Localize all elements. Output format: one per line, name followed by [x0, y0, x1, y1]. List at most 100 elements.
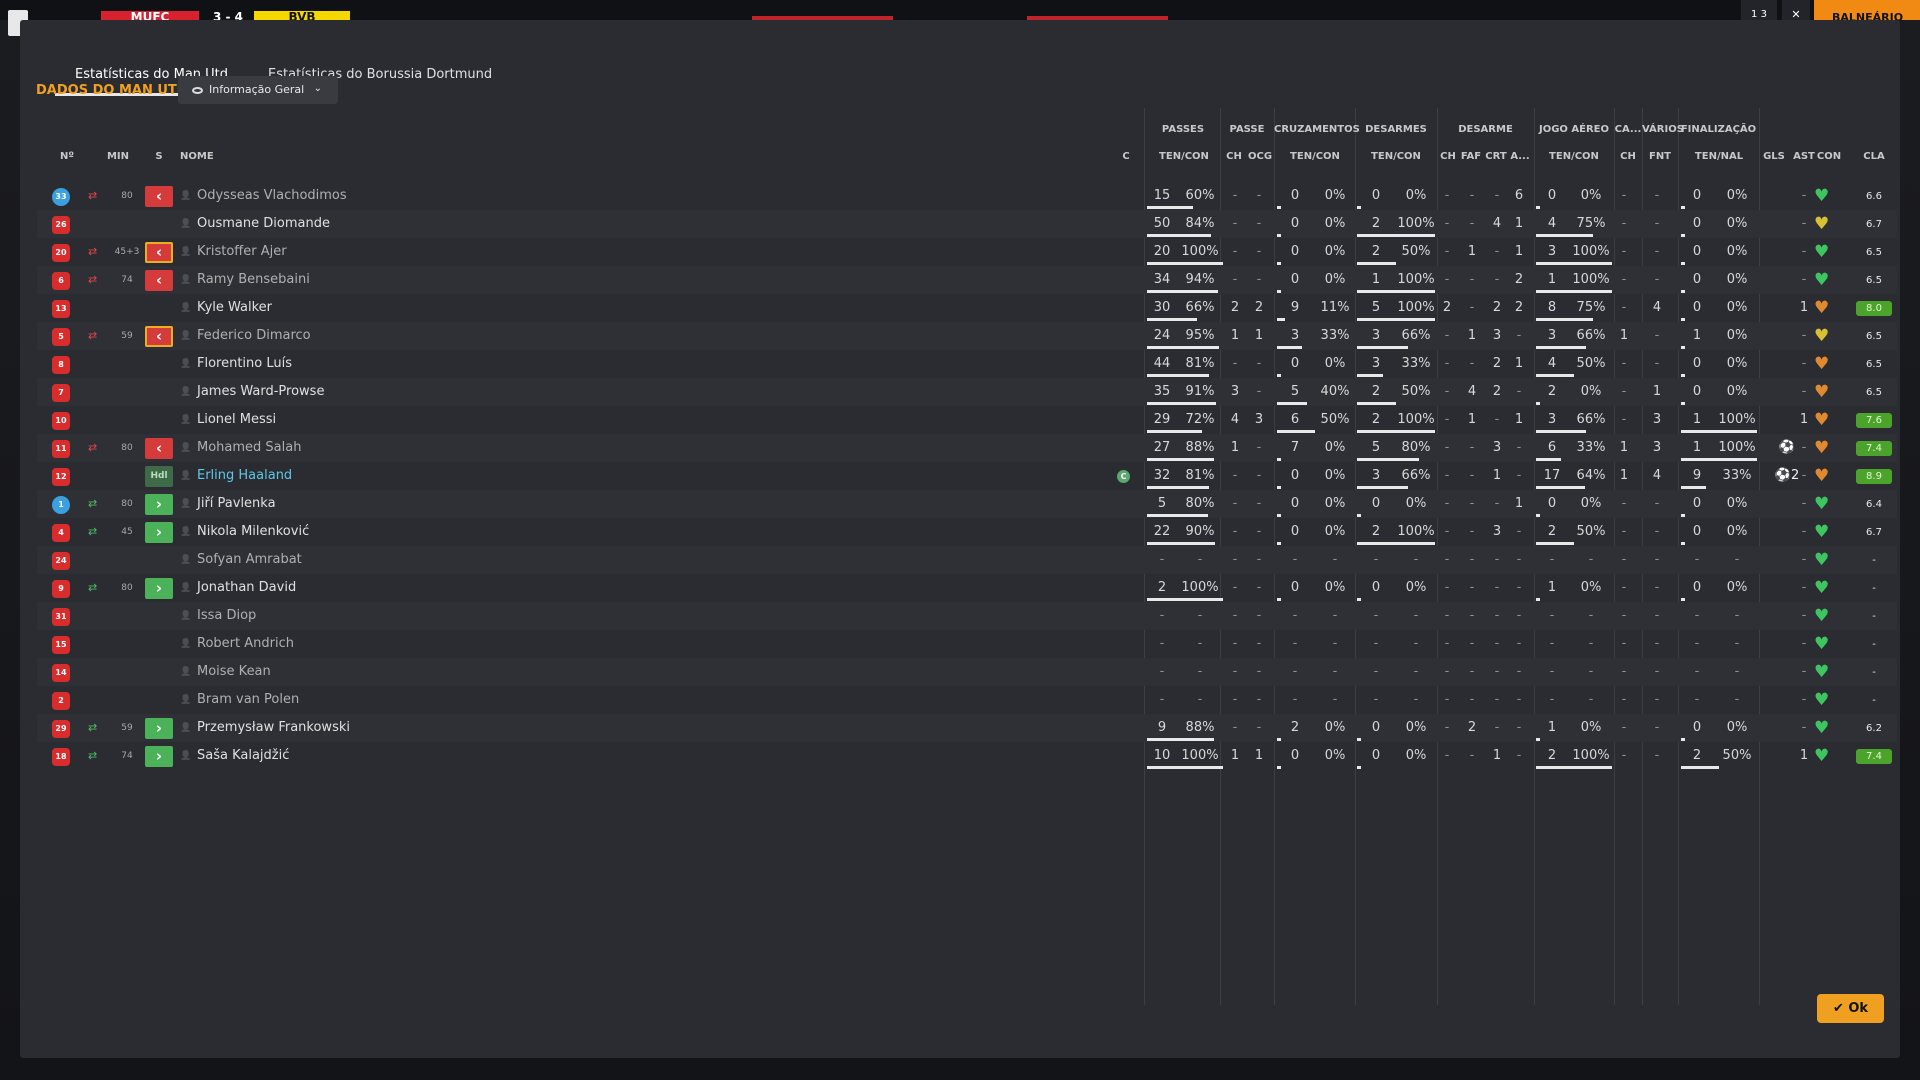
column-header-con[interactable]: CON — [1815, 151, 1843, 162]
stats-table: PASSES PASSE CRUZAMENTOS DESARMES DESARME JOG… — [37, 108, 1897, 1008]
table-row[interactable]: 14 👤 Moise Kean - - - - - - - - - - - - - - - - - - - ♥ - — [37, 658, 1897, 686]
shirt-number: 10 — [52, 412, 70, 430]
tackles-bar — [1357, 458, 1419, 461]
tackles-bar — [1357, 234, 1435, 237]
column-header-c[interactable]: C — [1119, 151, 1133, 162]
table-row[interactable]: 29 ⇄ 59 › 👤 Przemysław Frankowski 9 88% - -2 0% 0 0%… — [37, 714, 1897, 742]
player-name[interactable]: Kristoffer Ajer — [197, 238, 287, 266]
view-select[interactable]: Informação Geral ⌄ — [178, 76, 338, 104]
player-name[interactable]: Przemysław Frankowski — [197, 714, 350, 742]
column-header-ca_ch[interactable]: CH — [1617, 151, 1639, 162]
table-row[interactable]: 12 Hdl 👤 Erling Haaland C 32 81% - -0 0% 3 66% - -1-1… — [37, 462, 1897, 490]
player-name[interactable]: Lionel Messi — [197, 406, 276, 434]
player-name[interactable]: Robert Andrich — [197, 630, 294, 658]
player-name[interactable]: Issa Diop — [197, 602, 256, 630]
table-row[interactable]: 8 👤 Florentino Luís 44 81% - -0 0% 3 33% - -2 1 4 50% -… — [37, 350, 1897, 378]
crosses-percent: 0% — [1324, 524, 1346, 539]
column-header-no[interactable]: Nº — [55, 151, 79, 162]
column-header-des_faf[interactable]: FAF — [1459, 151, 1483, 162]
assists: - — [1801, 580, 1807, 595]
player-name[interactable]: Ramy Bensebaini — [197, 266, 310, 294]
player-name[interactable]: Ousmane Diomande — [197, 210, 330, 238]
ca-ch: - — [1621, 664, 1627, 679]
player-name[interactable]: Erling Haaland — [197, 462, 292, 490]
table-row[interactable]: 7 👤 James Ward-Prowse 35 91% 3-5 40% 2 50% -4 2-2 0… — [37, 378, 1897, 406]
table-row[interactable]: 33 ⇄ 80 ‹ 👤 Odysseas Vlachodimos 15 60% - -0 0% 0 0%… — [37, 182, 1897, 210]
table-row[interactable]: 10 👤 Lionel Messi 29 72% 4 3 6 50% 2 100% -1-1 3 66% -… — [37, 406, 1897, 434]
column-header-des_ch[interactable]: CH — [1439, 151, 1457, 162]
column-header-pass_ch[interactable]: CH — [1224, 151, 1244, 162]
tackle-crt: - — [1494, 720, 1500, 735]
dressing-room-button[interactable]: BALNEÁRIO — [1814, 0, 1920, 20]
table-row[interactable]: 26 👤 Ousmane Diomande 50 84% - -0 0% 2 100% - -4 1 4 7… — [37, 210, 1897, 238]
crosses-attempts: 0 — [1290, 580, 1300, 595]
pass-ocg: - — [1256, 664, 1262, 679]
column-header-aerial[interactable]: TEN/CON — [1536, 151, 1612, 162]
player-name[interactable]: Jiří Pavlenka — [197, 490, 276, 518]
table-row[interactable]: 2 👤 Bram van Polen - - - - - - - - - - - - - - - - - - - ♥ - — [37, 686, 1897, 714]
tackles-percent: 0% — [1405, 748, 1427, 763]
ok-button[interactable]: ✔ Ok — [1817, 994, 1884, 1023]
pass-ch: - — [1232, 524, 1238, 539]
tackle-ch: - — [1444, 664, 1450, 679]
player-name[interactable]: Sofyan Amrabat — [197, 546, 302, 574]
pass-ch: - — [1232, 468, 1238, 483]
player-name[interactable]: Moise Kean — [197, 658, 271, 686]
table-row[interactable]: 5 ⇄ 59 ‹ 👤 Federico Dimarco 24 95% 1 1 3 33% 3 66% -1 3… — [37, 322, 1897, 350]
crosses-attempts: 0 — [1290, 272, 1300, 287]
person-icon: 👤 — [180, 303, 192, 313]
table-row[interactable]: 31 👤 Issa Diop - - - - - - - - - - - - - - - - - - - ♥ - — [37, 602, 1897, 630]
tackle-ch: - — [1444, 216, 1450, 231]
match-rating: 6.5 — [1866, 247, 1882, 258]
column-header-pass_ocg[interactable]: OCG — [1248, 151, 1272, 162]
player-name[interactable]: Odysseas Vlachodimos — [197, 182, 347, 210]
column-header-s[interactable]: S — [147, 151, 171, 162]
table-row[interactable]: 11 ⇄ 80 ‹ 👤 Mohamed Salah 27 88% 1-7 0% 5 80% - -3-6 3… — [37, 434, 1897, 462]
column-header-min[interactable]: MIN — [103, 151, 133, 162]
tackle-a: - — [1516, 384, 1522, 399]
tackles-bar — [1357, 766, 1361, 769]
aerial-bar — [1536, 766, 1612, 769]
top-close-button[interactable]: ✕ — [1782, 0, 1810, 21]
table-row[interactable]: 20 ⇄ 45+3 ‹ 👤 Kristoffer Ajer 20 100% - -0 0% 2 50% -… — [37, 238, 1897, 266]
crosses-bar — [1277, 262, 1281, 265]
column-header-des_crt[interactable]: CRT — [1485, 151, 1507, 162]
table-row[interactable]: 15 👤 Robert Andrich - - - - - - - - - - - - - - - - - - - ♥ - — [37, 630, 1897, 658]
table-row[interactable]: 6 ⇄ 74 ‹ 👤 Ramy Bensebaini 34 94% - -0 0% 1 100% - - -2… — [37, 266, 1897, 294]
column-header-name[interactable]: NOME — [180, 151, 220, 162]
column-header-crosses[interactable]: TEN/CON — [1277, 151, 1353, 162]
column-header-tackles[interactable]: TEN/CON — [1357, 151, 1435, 162]
player-name[interactable]: James Ward-Prowse — [197, 378, 324, 406]
table-row[interactable]: 13 👤 Kyle Walker 30 66% 2 2 9 11% 5 100% 2-2 2 8 75% -4… — [37, 294, 1897, 322]
group-header: CA... — [1614, 124, 1642, 135]
player-name[interactable]: Nikola Milenković — [197, 518, 309, 546]
table-row[interactable]: 1 ⇄ 80 › 👤 Jiří Pavlenka 5 80% - -0 0% 0 0% - - -1 0 0% - -… — [37, 490, 1897, 518]
tackle-a: - — [1516, 608, 1522, 623]
column-header-cla[interactable]: CLA — [1857, 151, 1891, 162]
player-name[interactable]: Saša Kalajdžić — [197, 742, 289, 770]
player-name[interactable]: Florentino Luís — [197, 350, 292, 378]
tackles-percent: - — [1413, 608, 1419, 623]
person-icon: 👤 — [180, 387, 192, 397]
player-name[interactable]: Bram van Polen — [197, 686, 299, 714]
player-name[interactable]: Kyle Walker — [197, 294, 272, 322]
column-header-des_a[interactable]: A... — [1509, 151, 1531, 162]
table-row[interactable]: 4 ⇄ 45 › 👤 Nikola Milenković 22 90% - -0 0% 2 100% - -… — [37, 518, 1897, 546]
player-name[interactable]: Mohamed Salah — [197, 434, 301, 462]
substitution-icon: ⇄ — [88, 273, 98, 286]
column-header-shots[interactable]: TEN/NAL — [1681, 151, 1757, 162]
player-name[interactable]: Federico Dimarco — [197, 322, 311, 350]
tackles-bar — [1357, 598, 1361, 601]
column-header-var_fnt[interactable]: FNT — [1645, 151, 1675, 162]
player-name[interactable]: Jonathan David — [197, 574, 296, 602]
table-row[interactable]: 24 👤 Sofyan Amrabat - - - - - - - - - - - - - - - - - - - ♥ - — [37, 546, 1897, 574]
column-header-passes[interactable]: TEN/CON — [1147, 151, 1221, 162]
column-header-gls[interactable]: GLS — [1763, 151, 1785, 162]
person-icon: 👤 — [180, 191, 192, 201]
table-row[interactable]: 9 ⇄ 80 › 👤 Jonathan David 2 100% - -0 0% 0 0% - - - -1 0%… — [37, 574, 1897, 602]
tackles-bar — [1357, 374, 1383, 377]
tackle-a: 2 — [1514, 272, 1524, 287]
top-menu-button[interactable]: 1 3 — [1741, 0, 1777, 20]
table-row[interactable]: 18 ⇄ 74 › 👤 Saša Kalajdžić 10 100% 1 1 0 0% 0 0% - -1-2… — [37, 742, 1897, 770]
column-header-ast[interactable]: AST — [1792, 151, 1816, 162]
